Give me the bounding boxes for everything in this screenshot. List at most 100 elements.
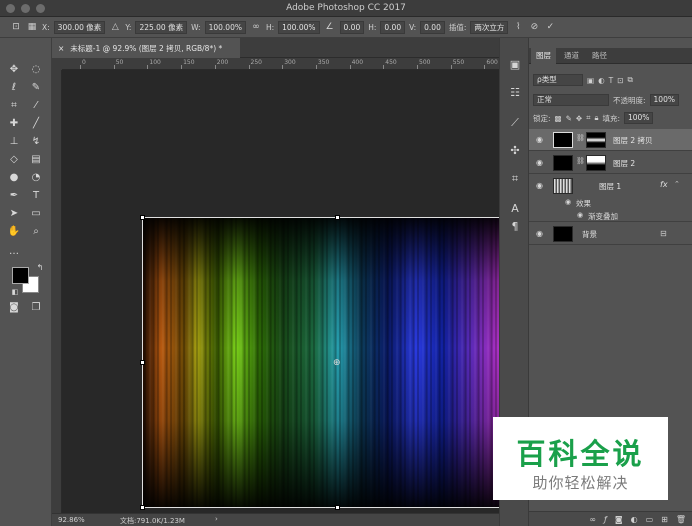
brush-tool-icon[interactable]: ╱ (27, 116, 45, 131)
marquee-tool-icon[interactable]: ◌ (27, 62, 45, 77)
lasso-tool-icon[interactable]: ℓ (5, 80, 23, 95)
transform-handle-top[interactable] (335, 215, 340, 220)
healing-tool-icon[interactable]: ✚ (5, 116, 23, 131)
gradient-tool-icon[interactable]: ▤ (27, 152, 45, 167)
lock-artboard-icon[interactable]: ⌗ (586, 113, 590, 123)
shape-tool-icon[interactable]: ▭ (27, 206, 45, 221)
tab-layers[interactable]: 图层 (531, 48, 556, 64)
layer-filter-select[interactable]: ρ类型 (533, 74, 583, 86)
history-brush-tool-icon[interactable]: ↯ (27, 134, 45, 149)
mask-link-icon[interactable]: ⛓ (576, 157, 585, 165)
filter-adjust-icon[interactable]: ◐ (598, 76, 605, 85)
filter-shape-icon[interactable]: ⊡ (617, 76, 623, 85)
eye-icon[interactable]: ◉ (536, 135, 543, 144)
lock-transparent-icon[interactable]: ▩ (555, 114, 562, 123)
eyedropper-tool-icon[interactable]: ⁄ (27, 98, 45, 113)
transform-handle-top-left[interactable] (140, 215, 145, 220)
adjust-panel-icon[interactable]: ✣ (508, 144, 522, 158)
filter-smart-icon[interactable]: ⧉ (628, 75, 633, 85)
reference-point-icon[interactable]: ▦ (26, 22, 38, 32)
collapse-effects-icon[interactable]: ⌃ (674, 180, 680, 188)
w-field[interactable]: 100.00% (204, 20, 246, 34)
tab-paths[interactable]: 路径 (587, 48, 612, 64)
layer-row[interactable]: ◉ 图层 1 fx ⌃ (529, 175, 692, 197)
transform-handle-bottom[interactable] (335, 505, 340, 510)
lock-all-icon[interactable]: 🔒︎ (594, 113, 598, 123)
curves-panel-icon[interactable]: ⟋ (508, 116, 522, 130)
layer-name[interactable]: 图层 2 拷贝 (613, 135, 653, 146)
default-colors-icon[interactable]: ◧ (6, 285, 24, 300)
layer-row[interactable]: ◉ ⛓ 图层 2 (529, 152, 692, 174)
filter-type-icon[interactable]: T (609, 76, 614, 85)
paragraph-panel-icon[interactable]: ¶ (508, 220, 522, 234)
lock-position-icon[interactable]: ✥ (576, 114, 582, 123)
stamp-tool-icon[interactable]: ⊥ (5, 134, 23, 149)
cancel-transform-icon[interactable]: ⊘ (528, 22, 540, 32)
type-tool-icon[interactable]: T (27, 188, 45, 203)
dodge-tool-icon[interactable]: ◔ (27, 170, 45, 185)
transform-handle-left[interactable] (140, 360, 145, 365)
y-field[interactable]: 225.00 像素 (135, 20, 188, 34)
effects-row[interactable]: ◉ 效果 (529, 197, 692, 209)
mask-link-icon[interactable]: ⛓ (576, 134, 585, 142)
interpolation-select[interactable]: 两次立方 (470, 20, 509, 34)
properties-panel-icon[interactable]: ☷ (508, 86, 522, 100)
delta-icon[interactable]: △ (109, 22, 121, 32)
zoom-level[interactable]: 92.86% (58, 516, 85, 524)
blur-tool-icon[interactable]: ● (5, 170, 23, 185)
layer-name[interactable]: 图层 2 (613, 158, 635, 169)
quick-select-tool-icon[interactable]: ✎ (27, 80, 45, 95)
swap-colors-icon[interactable]: ↰ (31, 260, 49, 275)
warp-icon[interactable]: ⌇ (512, 22, 524, 32)
more-tools-icon[interactable]: … (5, 244, 23, 259)
close-document-icon[interactable]: × (58, 44, 64, 53)
vertical-ruler[interactable] (52, 70, 62, 513)
eye-icon[interactable]: ◉ (536, 181, 543, 190)
tab-channels[interactable]: 通道 (559, 48, 584, 64)
layer-effects-badge[interactable]: fx (660, 180, 668, 189)
zoom-tool-icon[interactable]: ⌕ (27, 224, 45, 239)
eye-icon[interactable]: ◉ (536, 158, 543, 167)
angle-field[interactable]: 0.00 (339, 20, 365, 34)
effect-item-row[interactable]: ◉ 渐变叠加 (529, 210, 692, 222)
delete-layer-icon[interactable]: 🗑︎ (676, 515, 686, 524)
pen-tool-icon[interactable]: ✒ (5, 188, 23, 203)
history-panel-icon[interactable]: ▣ (508, 58, 522, 72)
effect-item-eye-icon[interactable]: ◉ (577, 211, 583, 219)
workspace[interactable]: ⊕ (62, 70, 535, 513)
ruler-origin[interactable] (52, 58, 62, 70)
filter-pixel-icon[interactable]: ▣ (587, 76, 594, 85)
horizontal-ruler[interactable]: 0 50 100 150 200 250 300 350 400 450 500 550 600 (62, 58, 499, 70)
opacity-field[interactable]: 100% (649, 94, 679, 106)
layer-name[interactable]: 图层 1 (599, 181, 621, 192)
effects-eye-icon[interactable]: ◉ (565, 198, 571, 206)
hskew-field[interactable]: 0.00 (380, 20, 406, 34)
new-group-icon[interactable]: ▭ (646, 515, 654, 524)
hand-tool-icon[interactable]: ✋ (5, 224, 23, 239)
move-tool-preset-icon[interactable]: ⊡ (10, 22, 22, 32)
blend-mode-select[interactable]: 正常 (533, 94, 609, 106)
add-mask-icon[interactable]: ◙ (615, 515, 623, 524)
layer-row[interactable]: ◉ ⛓ 图层 2 拷贝 (529, 129, 692, 151)
layer-mask-thumbnail[interactable] (586, 132, 606, 148)
crop-tool-icon[interactable]: ⌗ (5, 98, 23, 113)
new-layer-icon[interactable]: ⊞ (661, 515, 668, 524)
layer-row[interactable]: ◉ 背景 ⊟ (529, 223, 692, 245)
fill-field[interactable]: 100% (623, 112, 654, 124)
h-field[interactable]: 100.00% (278, 20, 320, 34)
add-style-icon[interactable]: ƒ (604, 515, 607, 524)
link-layers-icon[interactable]: ∞ (589, 515, 596, 524)
character-panel-icon[interactable]: A (508, 202, 522, 216)
layer-mask-thumbnail[interactable] (586, 155, 606, 171)
transform-handle-bottom-left[interactable] (140, 505, 145, 510)
transform-center-icon[interactable]: ⊕ (333, 358, 341, 368)
quick-mask-icon[interactable]: ◙ (5, 300, 23, 315)
eye-icon[interactable]: ◉ (536, 229, 543, 238)
vskew-field[interactable]: 0.00 (420, 20, 445, 34)
lock-pixels-icon[interactable]: ✎ (566, 114, 572, 123)
status-menu-arrow[interactable]: › (215, 515, 218, 523)
screen-mode-icon[interactable]: ❐ (27, 300, 45, 315)
layer-name[interactable]: 背景 (582, 229, 597, 240)
document-tab[interactable]: × 未标题-1 @ 92.9% (图层 2 拷贝, RGB/8*) * (52, 38, 240, 58)
link-icon[interactable]: ∞ (250, 22, 262, 32)
